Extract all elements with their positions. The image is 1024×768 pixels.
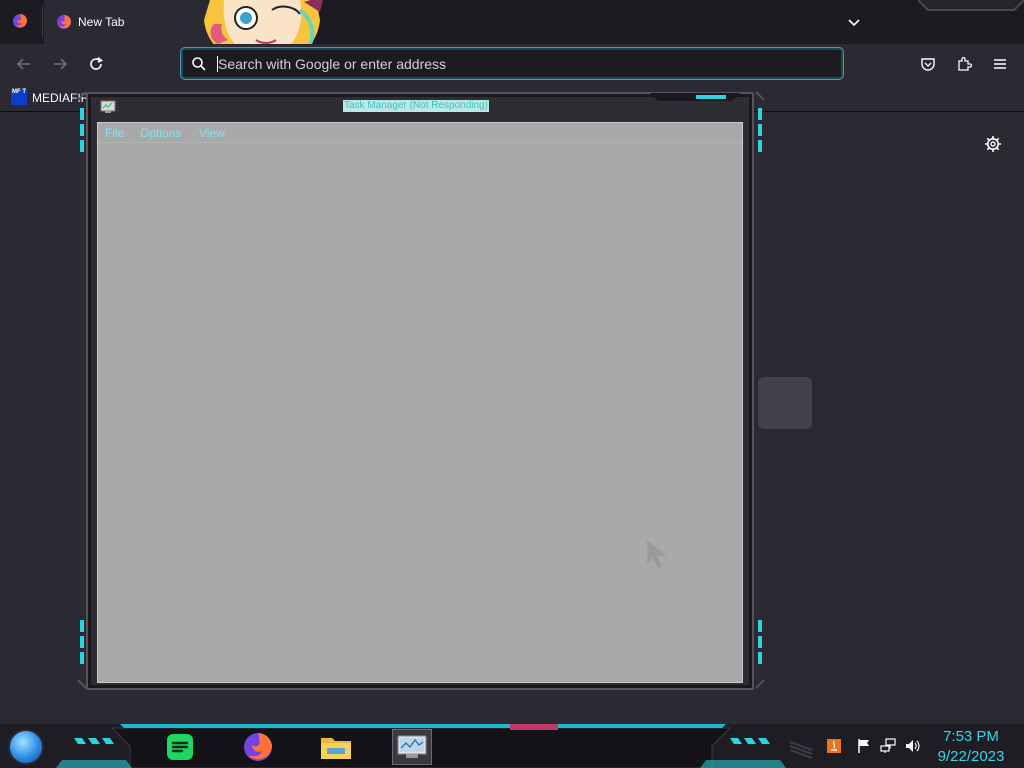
search-icon — [192, 56, 206, 71]
puzzle-icon — [958, 56, 972, 71]
task-manager-client-area — [97, 122, 743, 683]
menu-view[interactable]: View — [199, 126, 225, 140]
forward-arrow-icon — [54, 58, 68, 70]
network-icon[interactable] — [880, 738, 896, 754]
forward-button[interactable] — [50, 54, 70, 74]
task-manager-app-icon — [100, 100, 116, 113]
tab-separator — [42, 6, 43, 38]
mouse-pointer-icon — [646, 538, 669, 569]
taskbar-app-task-manager[interactable] — [392, 729, 432, 765]
mediafire-favicon-icon: MF T — [11, 89, 27, 105]
reload-icon — [90, 56, 103, 70]
spotify-icon — [167, 734, 193, 760]
app-menu-button[interactable] — [990, 54, 1010, 74]
action-center-flag-icon[interactable] — [856, 738, 872, 754]
clock-time[interactable]: 7:53 PM — [920, 728, 1022, 745]
clock-date[interactable]: 9/22/2023 — [920, 748, 1022, 765]
browser-tabstrip: New Tab — [0, 0, 1024, 44]
taskbar-app-file-explorer[interactable] — [316, 729, 356, 765]
extensions-button[interactable] — [954, 54, 974, 74]
tab-label: New Tab — [78, 15, 125, 29]
theme-corner-decoration — [918, 0, 1024, 11]
reload-button[interactable] — [86, 54, 106, 74]
menu-options[interactable]: Options — [140, 126, 181, 140]
window-accent-bar — [650, 93, 740, 101]
hamburger-menu-icon — [994, 59, 1006, 69]
address-bar-placeholder: Search with Google or enter address — [218, 55, 447, 72]
address-bar[interactable]: Search with Google or enter address — [180, 47, 844, 80]
new-tab-shortcut-tile[interactable] — [758, 377, 812, 429]
taskbar-app-spotify[interactable] — [160, 729, 200, 765]
back-arrow-icon — [16, 58, 30, 70]
desktop: New Tab Search with Google or enter addr… — [0, 0, 1024, 768]
back-button[interactable] — [14, 54, 34, 74]
menu-bar: File Options View — [98, 123, 742, 143]
firefox-icon — [244, 733, 272, 761]
task-manager-icon — [397, 735, 427, 758]
folder-icon — [321, 738, 351, 759]
volume-icon[interactable] — [904, 738, 920, 754]
start-button[interactable] — [8, 729, 44, 765]
gear-icon[interactable] — [984, 135, 1002, 153]
menu-file[interactable]: File — [105, 126, 124, 140]
pocket-button[interactable] — [918, 54, 938, 74]
window-title: Task Manager (Not Responding) — [343, 100, 489, 112]
firefox-menu-icon[interactable] — [12, 13, 28, 29]
taskbar-app-firefox[interactable] — [238, 729, 278, 765]
firefox-icon — [57, 15, 71, 29]
tab-new-tab[interactable]: New Tab — [44, 0, 214, 44]
java-update-icon[interactable] — [826, 738, 842, 754]
list-all-tabs-chevron-icon[interactable] — [846, 14, 862, 30]
pocket-icon — [921, 58, 935, 71]
